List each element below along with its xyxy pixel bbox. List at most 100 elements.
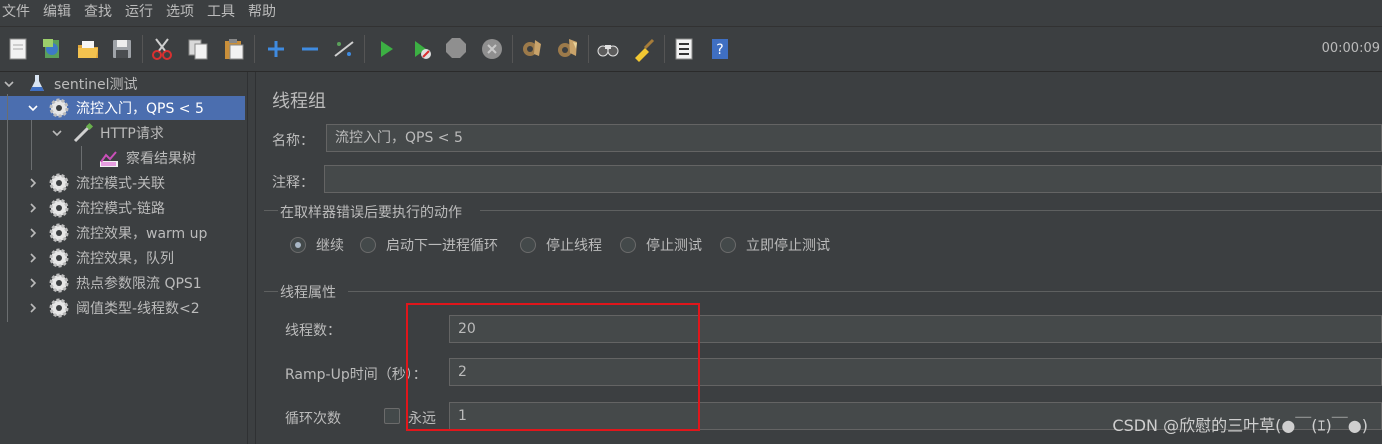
tree-item-label: HTTP请求: [100, 126, 164, 142]
tree-guide-line: [31, 120, 32, 170]
gear-icon: [48, 297, 70, 319]
radio-stop-test-now[interactable]: [720, 237, 736, 253]
test-plan-icon: [26, 73, 48, 95]
chart-icon: [98, 147, 120, 169]
function-helper-icon[interactable]: [670, 35, 698, 63]
gear-icon: [48, 272, 70, 294]
sampler-error-title: 在取样器错误后要执行的动作: [280, 205, 462, 221]
menu-options[interactable]: 选项: [162, 0, 198, 24]
shutdown-icon[interactable]: [478, 35, 506, 63]
tree-item-hotspot-param[interactable]: 热点参数限流 QPS1: [0, 271, 247, 295]
templates-icon[interactable]: [38, 35, 66, 63]
chevron-down-icon[interactable]: [26, 101, 40, 115]
tree-item-thread-group-qps5[interactable]: 流控入门，QPS < 5: [0, 96, 245, 120]
menu-search[interactable]: 查找: [80, 0, 116, 24]
thread-props-title: 线程属性: [280, 285, 336, 301]
tree-item-threshold-threads[interactable]: 阈值类型-线程数<2: [0, 296, 247, 320]
chevron-down-icon[interactable]: [2, 77, 16, 91]
chevron-right-icon[interactable]: [26, 226, 40, 240]
copy-icon[interactable]: [184, 35, 212, 63]
gear-icon: [48, 172, 70, 194]
new-icon[interactable]: [4, 35, 32, 63]
tree-item-flow-mode-chain[interactable]: 流控模式-链路: [0, 196, 247, 220]
open-icon[interactable]: [74, 35, 102, 63]
radio-stop-test-label: 停止测试: [646, 238, 702, 254]
tree-guide-line: [81, 146, 82, 170]
tree-item-label: 察看结果树: [126, 151, 196, 167]
forever-checkbox[interactable]: [384, 408, 400, 424]
menu-tools[interactable]: 工具: [203, 0, 239, 24]
tree-guide-line: [7, 94, 8, 322]
menu-edit[interactable]: 编辑: [39, 0, 75, 24]
comment-label: 注释：: [272, 175, 314, 191]
name-label: 名称：: [272, 133, 314, 149]
gear-icon: [48, 97, 70, 119]
elapsed-timer: 00:00:09: [1321, 41, 1380, 56]
radio-stop-thread-label: 停止线程: [546, 238, 602, 254]
toggle-icon[interactable]: [330, 35, 358, 63]
chevron-down-icon[interactable]: [50, 126, 64, 140]
chevron-right-icon[interactable]: [26, 276, 40, 290]
reset-search-icon[interactable]: [630, 35, 658, 63]
group-border: [480, 210, 1382, 211]
search-icon[interactable]: [594, 35, 622, 63]
clear-icon[interactable]: [518, 35, 546, 63]
watermark: CSDN @欣慰的三叶草(●￣(ｴ)￣●): [1112, 416, 1368, 435]
tree-item-label: 流控效果，队列: [76, 251, 174, 267]
threads-label: 线程数：: [285, 323, 341, 339]
paste-icon[interactable]: [220, 35, 248, 63]
tree-item-label: 流控模式-关联: [76, 176, 166, 192]
radio-stop-test[interactable]: [620, 237, 636, 253]
clear-all-icon[interactable]: [554, 35, 582, 63]
chevron-right-icon[interactable]: [26, 176, 40, 190]
tree-root-label: sentinel测试: [54, 77, 138, 93]
save-icon[interactable]: [108, 35, 136, 63]
tree-item-flow-effect-warmup[interactable]: 流控效果，warm up: [0, 221, 247, 245]
toolbar: ? 00:00:09: [0, 26, 1382, 72]
tree-root[interactable]: sentinel测试: [0, 72, 247, 96]
menu-bar: 文件 编辑 查找 运行 选项 工具 帮助: [0, 0, 1382, 24]
gear-icon: [48, 247, 70, 269]
test-plan-tree: sentinel测试 流控入门，QPS < 5 HTTP请求 察看结果树 流控模…: [0, 72, 247, 444]
radio-stop-thread[interactable]: [520, 237, 536, 253]
comment-input[interactable]: [324, 165, 1382, 193]
start-no-pause-icon[interactable]: [408, 35, 436, 63]
chevron-right-icon[interactable]: [26, 301, 40, 315]
page-title: 线程组: [272, 91, 326, 112]
radio-continue-label: 继续: [316, 238, 344, 254]
radio-start-next-loop[interactable]: [360, 237, 376, 253]
name-input[interactable]: 流控入门，QPS < 5: [326, 124, 1382, 152]
chevron-right-icon[interactable]: [26, 201, 40, 215]
group-border: [264, 210, 278, 211]
tree-item-http-request[interactable]: HTTP请求: [0, 121, 247, 145]
tree-item-flow-mode-relate[interactable]: 流控模式-关联: [0, 171, 247, 195]
tree-item-label: 热点参数限流 QPS1: [76, 276, 202, 292]
menu-file[interactable]: 文件: [0, 0, 34, 24]
collapse-icon[interactable]: [296, 35, 324, 63]
group-border: [348, 291, 1382, 292]
radio-continue[interactable]: [290, 237, 306, 253]
tree-item-label: 流控模式-链路: [76, 201, 166, 217]
tree-item-flow-effect-queue[interactable]: 流控效果，队列: [0, 246, 247, 270]
tree-item-label: 阈值类型-线程数<2: [76, 301, 200, 317]
svg-text:?: ?: [716, 42, 723, 58]
chevron-right-icon[interactable]: [26, 251, 40, 265]
expand-icon[interactable]: [262, 35, 290, 63]
menu-help[interactable]: 帮助: [244, 0, 280, 24]
cut-icon[interactable]: [148, 35, 176, 63]
loop-label: 循环次数: [285, 411, 341, 427]
radio-stop-test-now-label: 立即停止测试: [746, 238, 830, 254]
tree-item-view-results-tree[interactable]: 察看结果树: [0, 146, 247, 170]
stop-icon[interactable]: [442, 35, 470, 63]
menu-run[interactable]: 运行: [121, 0, 157, 24]
gear-icon: [48, 197, 70, 219]
group-border: [264, 291, 278, 292]
start-icon[interactable]: [372, 35, 400, 63]
help-icon[interactable]: ?: [706, 35, 734, 63]
gear-icon: [48, 222, 70, 244]
tree-item-label: 流控入门，QPS < 5: [76, 101, 204, 117]
panel-splitter[interactable]: [247, 72, 256, 444]
pipette-icon: [72, 122, 94, 144]
highlight-box: [406, 303, 700, 431]
radio-start-next-loop-label: 启动下一进程循环: [386, 238, 498, 254]
